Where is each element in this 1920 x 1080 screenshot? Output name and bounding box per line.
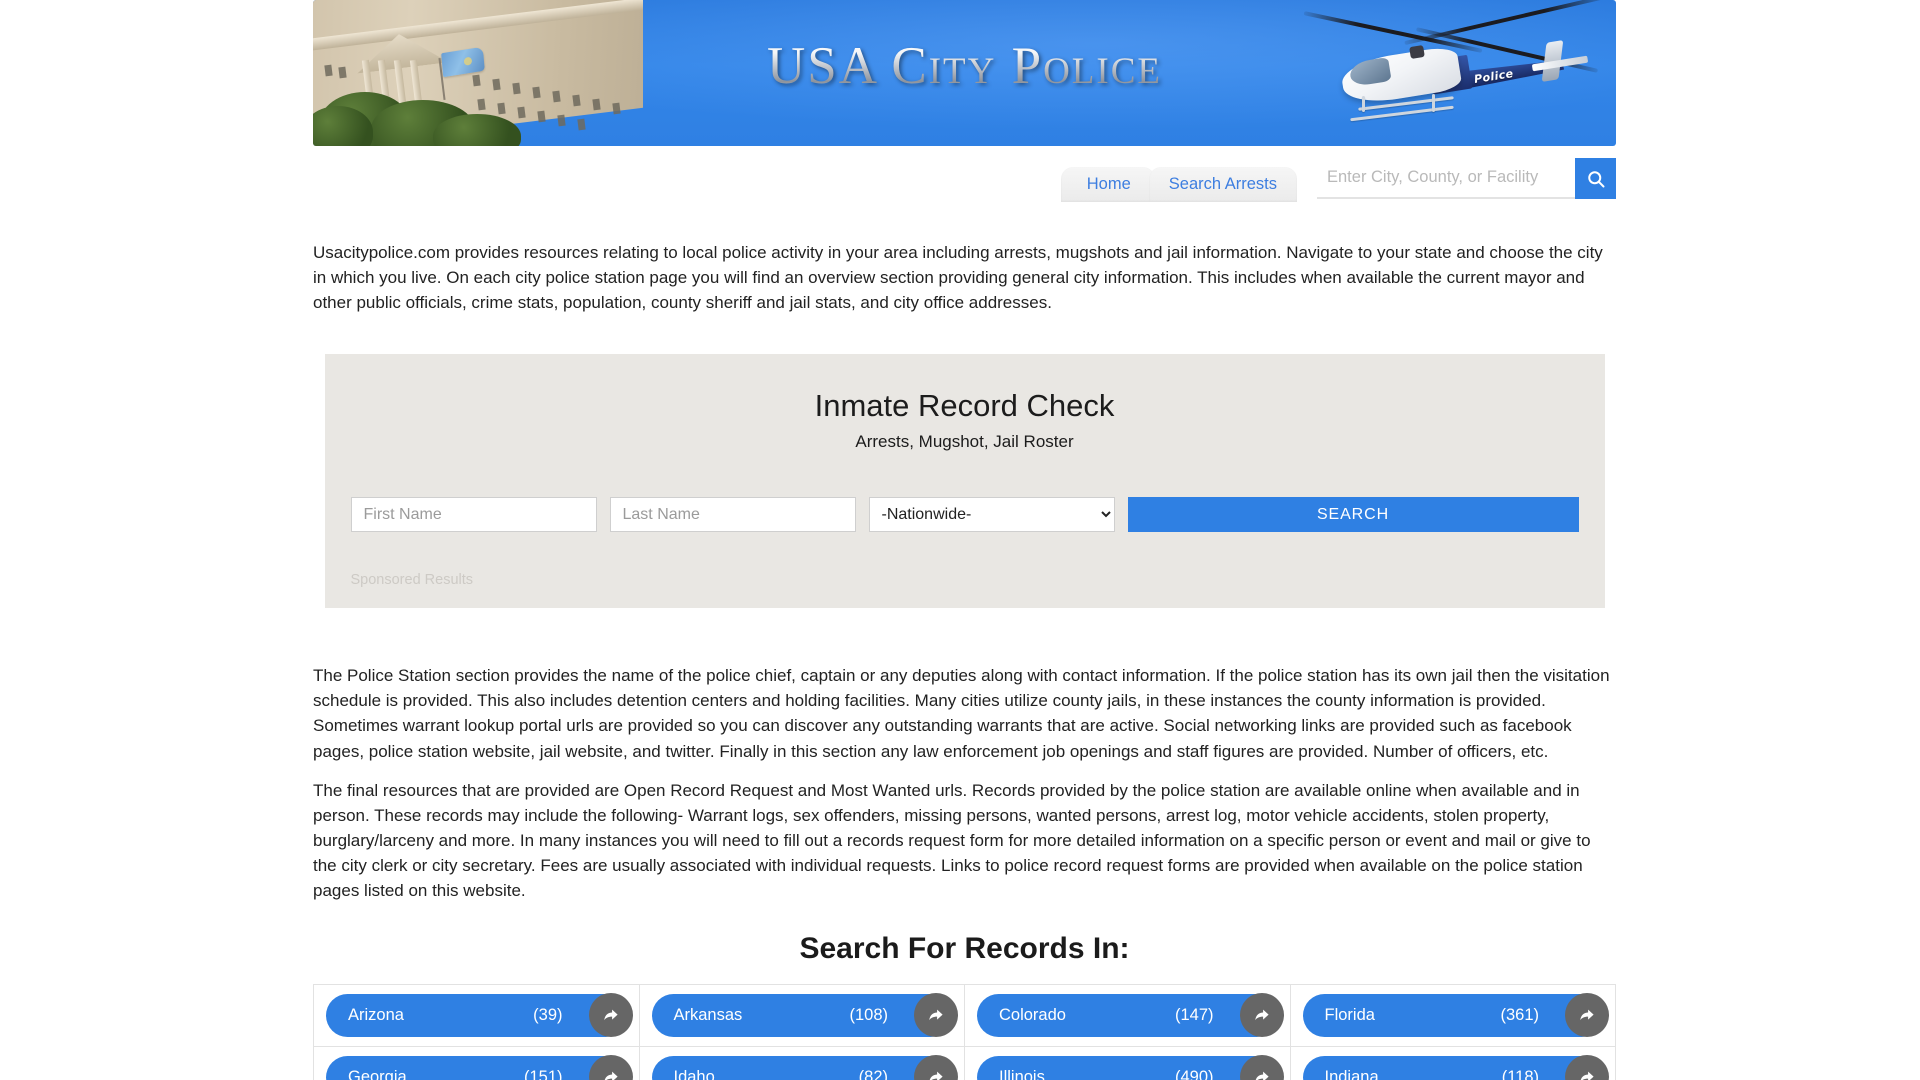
page-content: Usacitypolice.com provides resources rel… — [313, 240, 1616, 1080]
table-row: Georgia (151) Idaho (82) Illinois (490) … — [313, 1045, 1616, 1080]
building-window — [612, 102, 621, 115]
panel-heading: Inmate Record Check — [814, 388, 1115, 424]
skid-strut — [1432, 94, 1435, 112]
site-search-input[interactable] — [1317, 158, 1575, 199]
skid-strut — [1362, 96, 1365, 112]
state-count: (39) — [533, 1005, 563, 1024]
site-title: USA City Police — [313, 36, 1616, 96]
state-cell: Idaho (82) — [638, 1045, 965, 1080]
inmate-search-form: -Nationwide- SEARCH — [350, 497, 1579, 533]
inmate-record-check-panel: Inmate Record Check Arrests, Mugshot, Ja… — [324, 354, 1605, 609]
tab-search-arrests[interactable]: Search Arrests — [1148, 166, 1297, 202]
police-station-paragraph: The Police Station section provides the … — [313, 666, 1610, 761]
search-icon — [1587, 170, 1604, 187]
building-window — [592, 98, 601, 111]
intro-paragraph: Usacitypolice.com provides resources rel… — [313, 243, 1603, 313]
building-window — [497, 102, 506, 115]
arrow-right-icon — [914, 993, 958, 1038]
state-link-arizona[interactable]: Arizona (39) — [326, 993, 633, 1038]
state-cell: Illinois (490) — [964, 1045, 1291, 1080]
site-search-button[interactable] — [1575, 158, 1616, 199]
state-count: (82) — [858, 1067, 888, 1080]
lower-content: The Police Station section provides the … — [313, 663, 1616, 1080]
table-row: Arizona (39) Arkansas (108) Colorado (14… — [313, 983, 1616, 1047]
panel-subheading: Arrests, Mugshot, Jail Roster — [855, 432, 1074, 452]
state-count: (361) — [1500, 1005, 1539, 1024]
state-cell: Arizona (39) — [313, 983, 640, 1047]
state-count: (490) — [1174, 1067, 1214, 1080]
state-name: Idaho — [673, 1067, 715, 1080]
inmate-search-button[interactable]: SEARCH — [1127, 497, 1579, 533]
arrow-right-icon — [588, 993, 633, 1038]
arrow-right-icon — [1565, 993, 1609, 1038]
state-cell: Florida (361) — [1289, 983, 1616, 1047]
nav-tabs: Home Search Arrests — [1060, 158, 1297, 202]
building-window — [572, 94, 581, 107]
arrow-right-icon — [1239, 993, 1284, 1038]
state-link-illinois[interactable]: Illinois (490) — [977, 1055, 1284, 1080]
state-cell: Arkansas (108) — [638, 983, 965, 1047]
state-name: Arkansas — [673, 1005, 743, 1024]
state-count: (147) — [1174, 1005, 1214, 1024]
state-link-georgia[interactable]: Georgia (151) — [326, 1055, 633, 1080]
state-link-indiana[interactable]: Indiana (118) — [1302, 1055, 1609, 1080]
state-links-grid: Arizona (39) Arkansas (108) Colorado (14… — [313, 983, 1616, 1080]
arrow-right-icon — [1239, 1055, 1284, 1080]
state-cell: Georgia (151) — [313, 1045, 640, 1080]
arrow-right-icon — [1565, 1055, 1609, 1080]
arrow-right-icon — [588, 1055, 633, 1080]
state-count: (108) — [849, 1005, 888, 1024]
state-link-florida[interactable]: Florida (361) — [1302, 993, 1609, 1038]
state-link-arkansas[interactable]: Arkansas (108) — [651, 993, 958, 1038]
arrow-right-icon — [914, 1055, 958, 1080]
state-name: Indiana — [1324, 1067, 1379, 1080]
state-name: Arizona — [348, 1005, 404, 1024]
building-window — [557, 114, 566, 127]
building-window — [477, 98, 486, 111]
state-name: Georgia — [348, 1067, 407, 1080]
records-heading: Search For Records In: — [799, 931, 1130, 965]
state-name: Florida — [1324, 1005, 1375, 1024]
site-banner: Police USA City Police — [313, 0, 1616, 146]
state-cell: Indiana (118) — [1289, 1045, 1616, 1080]
state-select[interactable]: -Nationwide- — [868, 497, 1115, 533]
building-window — [517, 106, 526, 119]
state-link-idaho[interactable]: Idaho (82) — [651, 1055, 958, 1080]
banner-image: Police USA City Police — [313, 0, 1616, 146]
page-root: Police USA City Police Home Search Arres… — [0, 0, 1920, 1080]
state-link-colorado[interactable]: Colorado (147) — [977, 993, 1284, 1038]
state-cell: Colorado (147) — [964, 983, 1291, 1047]
state-count: (118) — [1501, 1067, 1539, 1080]
tab-home[interactable]: Home — [1060, 166, 1155, 202]
building-window — [577, 118, 586, 131]
first-name-input[interactable] — [350, 497, 597, 533]
state-name: Illinois — [999, 1067, 1045, 1080]
main-navigation: Home Search Arrests — [313, 158, 1616, 208]
site-search — [1317, 158, 1616, 199]
building-window — [537, 110, 546, 123]
records-paragraph: The final resources that are provided ar… — [313, 780, 1591, 901]
sponsored-results-label: Sponsored Results — [350, 572, 474, 589]
state-count: (151) — [523, 1067, 563, 1080]
state-name: Colorado — [999, 1005, 1066, 1024]
last-name-input[interactable] — [609, 497, 856, 533]
